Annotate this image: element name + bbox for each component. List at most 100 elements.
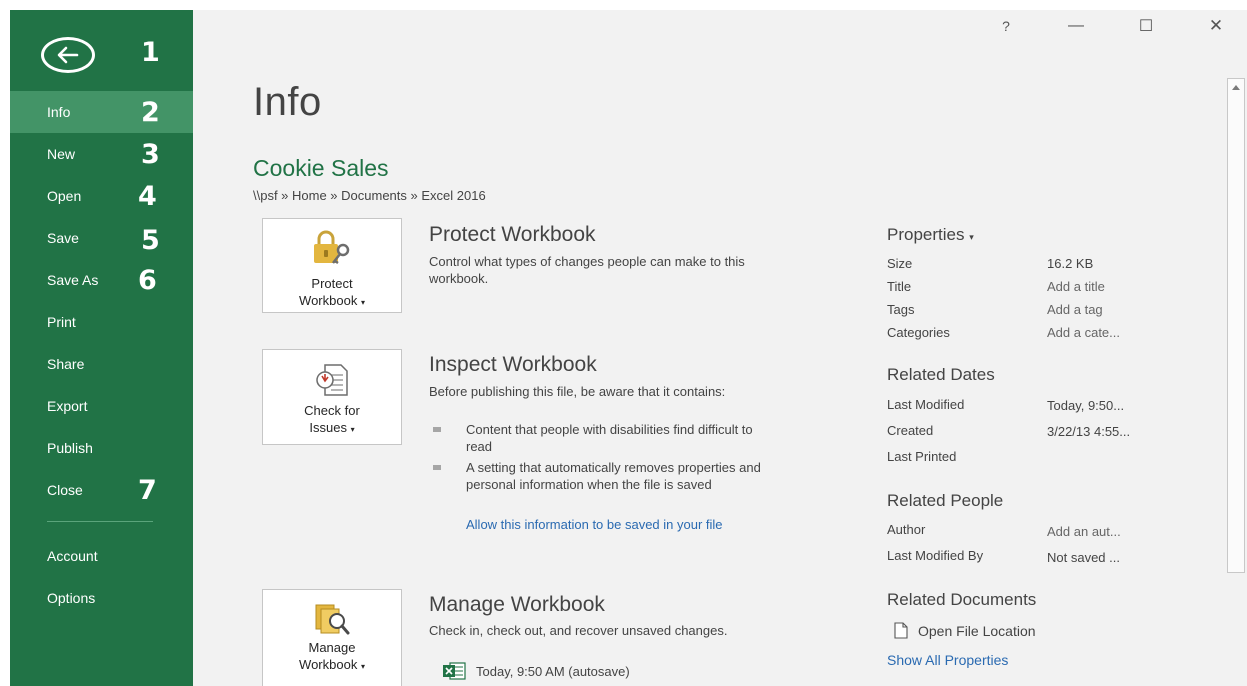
excel-file-icon	[443, 662, 466, 680]
callout-number: 2	[141, 97, 160, 128]
related-dates-heading: Related Dates	[887, 365, 995, 384]
properties-heading: Properties	[887, 225, 965, 244]
nav-print-label: Print	[47, 314, 76, 330]
prop-label: Author	[887, 522, 926, 537]
inspect-description: Before publishing this file, be aware th…	[429, 384, 726, 399]
check-for-issues-button[interactable]: Check for Issues ▾	[262, 349, 402, 445]
related-documents-heading: Related Documents	[887, 590, 1037, 609]
author-field[interactable]: Add an aut...	[1047, 524, 1121, 539]
nav-options[interactable]: Options	[10, 577, 193, 619]
nav-save[interactable]: Save	[10, 217, 193, 259]
nav-open[interactable]: Open	[10, 175, 193, 217]
nav-save-as-label: Save As	[47, 272, 99, 288]
manage-workbook-button[interactable]: Manage Workbook ▾	[262, 589, 402, 686]
manage-tile-line1: Manage	[308, 640, 356, 655]
callout-number: 4	[138, 181, 157, 212]
prop-label: Created	[887, 423, 934, 438]
properties-dropdown[interactable]: Properties ▾	[887, 225, 974, 245]
allow-info-saved-link[interactable]: Allow this information to be saved in yo…	[466, 516, 776, 534]
vertical-scrollbar[interactable]	[1227, 78, 1245, 573]
callout-number: 5	[141, 225, 160, 256]
nav-share-label: Share	[47, 356, 85, 372]
document-icon	[894, 622, 908, 639]
minimize-button[interactable]: —	[1056, 12, 1096, 40]
nav-open-label: Open	[47, 188, 82, 204]
callout-number: 6	[138, 265, 157, 296]
breadcrumb: \\psf » Home » Documents » Excel 2016	[253, 188, 486, 203]
inspect-tile-line2: Issues	[309, 420, 347, 435]
manage-tile-line2: Workbook	[299, 657, 358, 672]
dropdown-caret-icon: ▾	[360, 662, 365, 671]
help-button[interactable]: ?	[986, 12, 1026, 40]
nav-close[interactable]: Close	[10, 469, 193, 511]
created-value: 3/22/13 4:55...	[1047, 424, 1131, 439]
autosave-version-item[interactable]: Today, 9:50 AM (autosave)	[442, 662, 630, 680]
nav-publish-label: Publish	[47, 440, 93, 456]
close-window-button[interactable]: ✕	[1196, 12, 1236, 40]
callout-number: 3	[141, 139, 160, 170]
protect-tile-line2: Workbook	[299, 293, 358, 308]
manage-versions-icon	[315, 604, 350, 635]
help-icon: ?	[1002, 18, 1010, 34]
dropdown-caret-icon: ▾	[350, 425, 355, 434]
back-arrow-icon	[57, 46, 79, 64]
inspect-tile-line1: Check for	[304, 403, 360, 418]
autosave-version-label: Today, 9:50 AM (autosave)	[476, 663, 630, 679]
protect-heading: Protect Workbook	[429, 223, 596, 246]
show-all-properties-link[interactable]: Show All Properties	[887, 652, 1008, 668]
nav-info-label: Info	[47, 104, 71, 120]
close-icon: ✕	[1208, 16, 1224, 35]
nav-share[interactable]: Share	[10, 343, 193, 385]
prop-label: Last Printed	[887, 449, 957, 464]
prop-title-field[interactable]: Add a title	[1047, 279, 1105, 294]
nav-save-label: Save	[47, 230, 79, 246]
manage-heading: Manage Workbook	[429, 593, 605, 616]
prop-tags-field[interactable]: Add a tag	[1047, 302, 1103, 317]
last-modified-value: Today, 9:50...	[1047, 398, 1125, 413]
callout-number: 1	[141, 37, 160, 68]
protect-workbook-button[interactable]: Protect Workbook ▾	[262, 218, 402, 313]
bullet-icon	[433, 465, 441, 470]
nav-account[interactable]: Account	[10, 535, 193, 577]
inspect-heading: Inspect Workbook	[429, 353, 597, 376]
excel-backstage: Info New Open Save Save As Print Share E…	[10, 10, 1247, 686]
prop-label: Size	[887, 256, 913, 271]
protect-description: Control what types of changes people can…	[429, 254, 745, 286]
back-button[interactable]	[41, 37, 95, 73]
prop-label: Last Modified	[887, 397, 965, 412]
nav-save-as[interactable]: Save As	[10, 259, 193, 301]
dropdown-caret-icon: ▾	[969, 232, 974, 242]
maximize-icon: ☐	[1138, 18, 1154, 35]
scroll-up-button[interactable]	[1228, 79, 1244, 95]
page-title: Info	[253, 80, 322, 124]
inspect-issue-item: A setting that automatically removes pro…	[466, 460, 761, 492]
nav-print[interactable]: Print	[10, 301, 193, 343]
nav-info[interactable]: Info	[10, 91, 193, 133]
minimize-icon: —	[1068, 17, 1084, 34]
protect-tile-line1: Protect	[311, 276, 353, 291]
nav-export[interactable]: Export	[10, 385, 193, 427]
prop-label: Categories	[887, 325, 950, 340]
dropdown-caret-icon: ▾	[360, 298, 365, 307]
lock-key-icon	[314, 230, 350, 265]
bullet-icon	[433, 427, 441, 432]
prop-size-value: 16.2 KB	[1047, 256, 1094, 271]
nav-new[interactable]: New	[10, 133, 193, 175]
related-people-heading: Related People	[887, 491, 1004, 510]
nav-options-label: Options	[47, 590, 96, 606]
nav-close-label: Close	[47, 482, 83, 498]
prop-label: Title	[887, 279, 912, 294]
prop-label: Last Modified By	[887, 548, 984, 563]
open-file-location-label: Open File Location	[918, 622, 1036, 639]
prop-categories-field[interactable]: Add a cate...	[1047, 325, 1120, 340]
nav-publish[interactable]: Publish	[10, 427, 193, 469]
manage-description: Check in, check out, and recover unsaved…	[429, 623, 728, 638]
last-modified-by-value: Not saved ...	[1047, 550, 1120, 565]
document-title: Cookie Sales	[253, 155, 389, 181]
maximize-button[interactable]: ☐	[1126, 12, 1166, 40]
nav-new-label: New	[47, 146, 76, 162]
nav-account-label: Account	[47, 548, 98, 564]
open-file-location-link[interactable]: Open File Location	[894, 622, 1036, 639]
sidebar-divider	[47, 521, 153, 522]
callout-number: 7	[138, 475, 157, 506]
